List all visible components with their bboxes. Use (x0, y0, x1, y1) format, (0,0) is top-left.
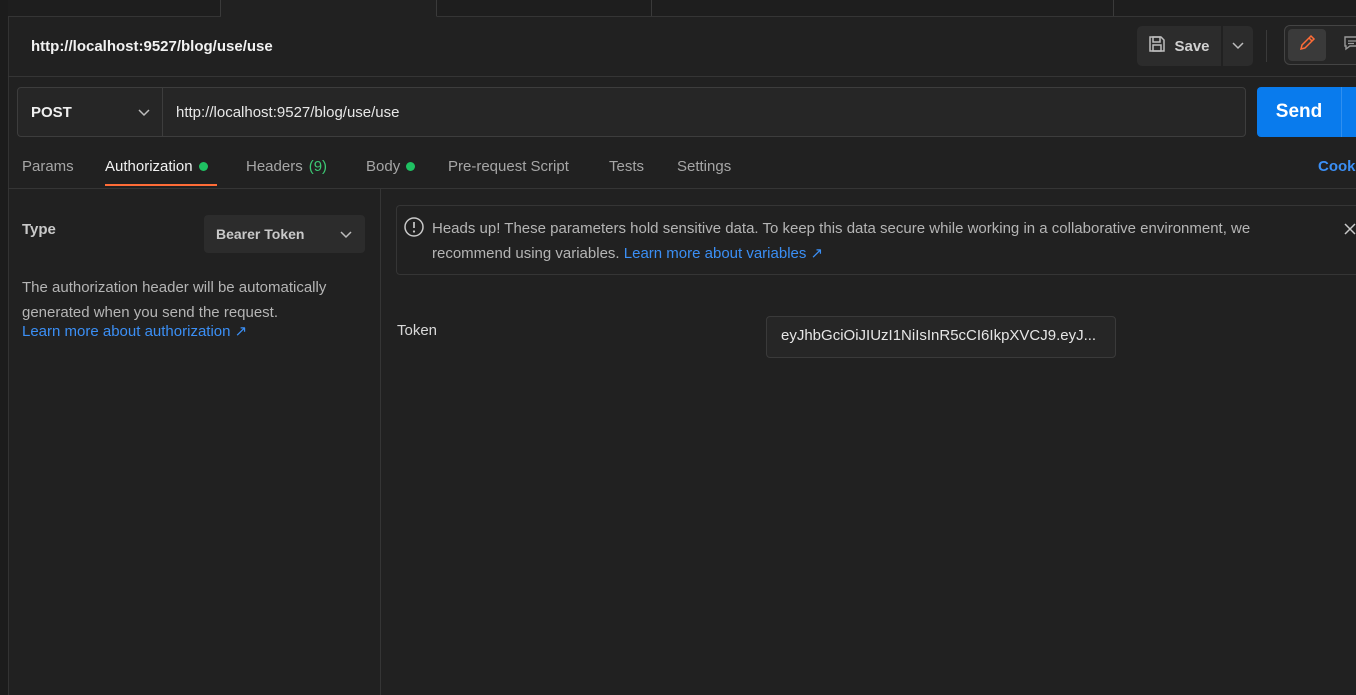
tab-prerequest-label: Pre-request Script (448, 158, 569, 175)
tab-headers-label: Headers (246, 158, 303, 175)
chevron-down-icon (1232, 37, 1244, 55)
open-tab[interactable] (8, 0, 221, 16)
comment-mode-button[interactable] (1333, 29, 1356, 61)
sensitive-data-notice: Heads up! These parameters hold sensitiv… (396, 205, 1356, 275)
save-icon (1148, 35, 1166, 57)
token-input[interactable]: eyJhbGciOiJIUzI1NiIsInR5cCI6IkpXVCJ9.eyJ… (766, 316, 1116, 358)
body-status-dot (406, 162, 416, 171)
tab-body[interactable]: Body (366, 158, 416, 175)
comment-icon (1343, 34, 1356, 57)
headers-count: (9) (308, 158, 328, 175)
notice-text: Heads up! These parameters hold sensitiv… (432, 220, 1251, 262)
info-icon (403, 216, 425, 243)
auth-type-label: Type (22, 221, 56, 238)
toolbar-divider (1266, 30, 1267, 62)
token-label: Token (397, 322, 438, 339)
tab-params[interactable]: Params (22, 158, 74, 175)
tab-authorization[interactable]: Authorization (105, 158, 208, 175)
request-tabs: Params Authorization Headers (9) Body Pr… (8, 148, 1356, 189)
request-tab-strip (8, 0, 1356, 17)
tab-headers[interactable]: Headers (9) (246, 158, 327, 175)
tab-tests[interactable]: Tests (609, 158, 644, 175)
tab-body-label: Body (366, 158, 401, 175)
send-button[interactable]: Send (1257, 101, 1341, 123)
chevron-down-icon (340, 226, 352, 242)
url-input[interactable] (163, 88, 1245, 136)
request-title[interactable]: http://localhost:9527/blog/use/use (31, 38, 273, 55)
tab-settings[interactable]: Settings (677, 158, 731, 175)
cookies-link[interactable]: Cookies (1318, 158, 1356, 175)
close-icon[interactable] (1343, 222, 1356, 236)
open-tab[interactable] (437, 0, 652, 16)
send-divider (1341, 87, 1342, 137)
tab-authorization-label: Authorization (105, 158, 193, 175)
tab-params-label: Params (22, 158, 74, 175)
tab-settings-label: Settings (677, 158, 732, 175)
save-options-button[interactable] (1223, 26, 1253, 66)
view-mode-toggle (1284, 25, 1356, 65)
authorization-status-dot (198, 162, 208, 171)
chevron-down-icon (138, 104, 150, 121)
notice-message: Heads up! These parameters hold sensitiv… (432, 216, 1322, 266)
tab-prerequest-script[interactable]: Pre-request Script (448, 158, 569, 175)
pencil-icon (1298, 34, 1316, 57)
url-bar: POST (17, 87, 1246, 137)
save-label: Save (1174, 37, 1210, 55)
method-select[interactable]: POST (18, 88, 163, 136)
tab-tests-label: Tests (609, 158, 645, 175)
auth-type-value: Bearer Token (216, 226, 305, 242)
auth-description: The authorization header will be automat… (22, 279, 327, 321)
request-header: http://localhost:9527/blog/use/use Save (8, 17, 1356, 77)
method-value: POST (31, 103, 72, 121)
learn-more-variables-link[interactable]: Learn more about variables ↗ (624, 245, 823, 262)
learn-more-authorization-link[interactable]: Learn more about authorization ↗ (22, 322, 247, 340)
send-button-group: Send (1257, 87, 1356, 137)
save-button-group: Save (1137, 26, 1253, 66)
app-window: http://localhost:9527/blog/use/use Save (0, 0, 1356, 695)
auth-type-panel: Type Bearer Token The authorization head… (8, 189, 381, 695)
open-tab[interactable] (652, 0, 1114, 16)
edit-mode-button[interactable] (1288, 29, 1326, 61)
active-tab-indicator (105, 184, 217, 186)
auth-type-select[interactable]: Bearer Token (204, 215, 365, 253)
save-button[interactable]: Save (1137, 26, 1221, 66)
open-tab-active[interactable] (221, 0, 437, 17)
